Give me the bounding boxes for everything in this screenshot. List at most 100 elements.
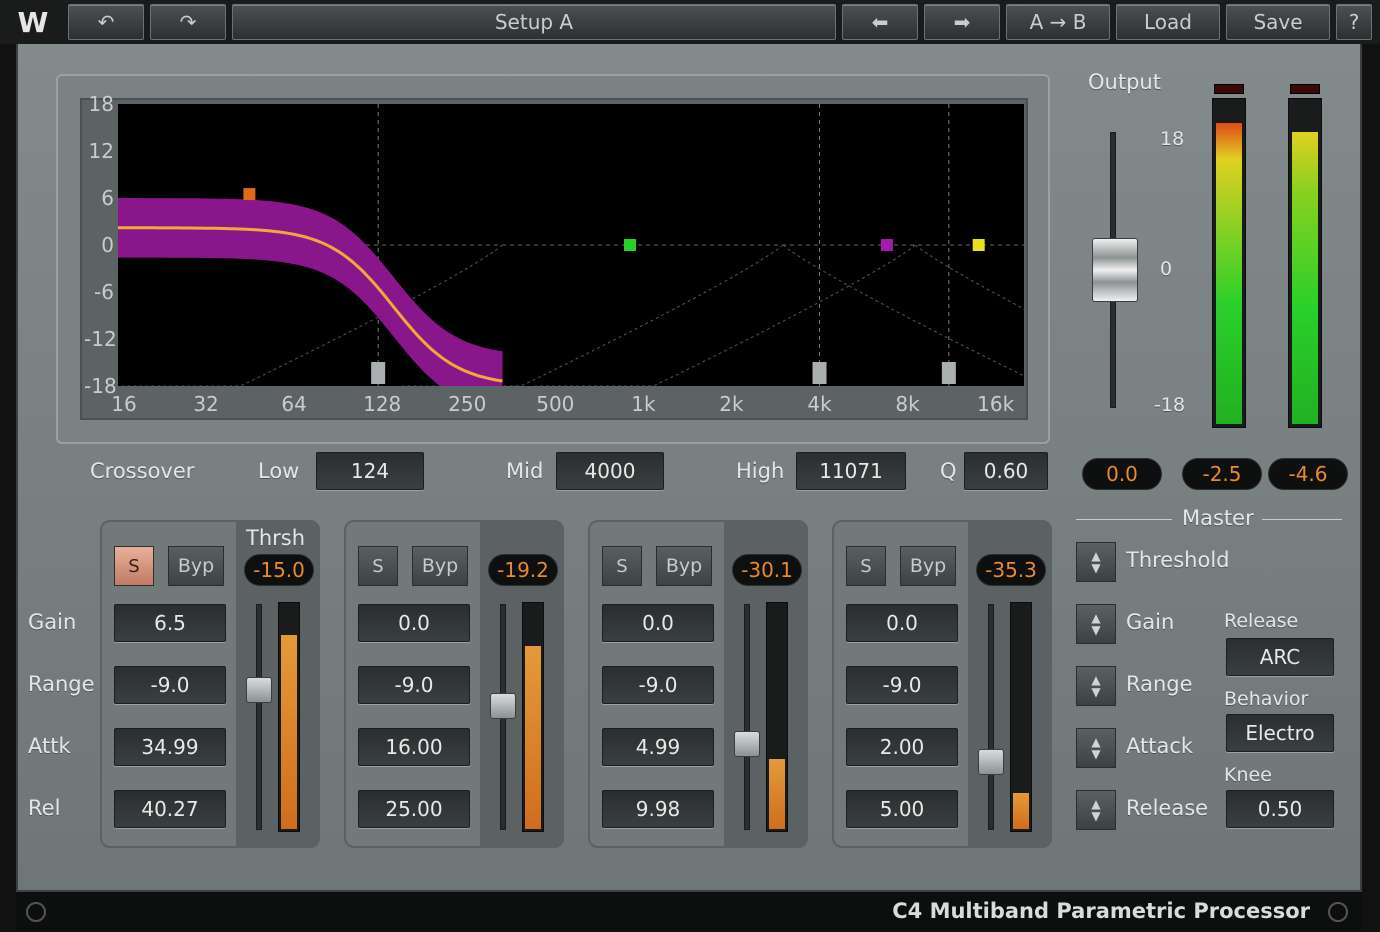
crossover-handle-3[interactable] [941, 362, 956, 384]
master-gain-stepper[interactable]: ▲ ▼ [1076, 604, 1116, 644]
band-1-threshold-knob[interactable] [246, 676, 272, 703]
mid-crossover-field[interactable]: 4000 [556, 452, 664, 490]
output-meter-right-fill [1292, 132, 1318, 424]
band-1-threshold-slider[interactable] [256, 604, 262, 830]
band-3-threshold-slider[interactable] [744, 604, 750, 830]
behavior-select[interactable]: Electro [1226, 714, 1334, 752]
down-arrow-icon: ▼ [1091, 809, 1101, 823]
band-3-solo-button[interactable]: S [602, 546, 642, 586]
band-3-range-field[interactable]: -9.0 [602, 666, 714, 704]
band-3-node[interactable] [880, 239, 893, 251]
threshold-label: Thrsh [246, 526, 306, 550]
band-3-bypass-button[interactable]: Byp [656, 546, 712, 586]
behavior-label: Behavior [1224, 688, 1309, 710]
previous-preset-button[interactable]: ⬅ [842, 4, 918, 40]
band-1-threshold-value[interactable]: -15.0 [244, 554, 314, 586]
band-1-gain-field[interactable]: 6.5 [114, 604, 226, 642]
band-4-attack-field[interactable]: 2.00 [846, 728, 958, 766]
band-2-range-field[interactable]: -9.0 [358, 666, 470, 704]
band-2-threshold-knob[interactable] [490, 692, 516, 719]
x-tick-label: 128 [363, 392, 402, 416]
next-preset-button[interactable]: ➡ [924, 4, 1000, 40]
eq-graph-svg [118, 104, 1024, 386]
band-4-solo-button[interactable]: S [846, 546, 886, 586]
output-peak-left[interactable]: -2.5 [1182, 458, 1262, 490]
output-scale-bottom: -18 [1154, 394, 1186, 416]
plugin-title: C4 Multiband Parametric Processor [892, 899, 1310, 923]
band-2-gain-field[interactable]: 0.0 [358, 604, 470, 642]
band-2-bypass-button[interactable]: Byp [412, 546, 468, 586]
band-4-range-field[interactable]: -9.0 [846, 666, 958, 704]
band-3-gain-field[interactable]: 0.0 [602, 604, 714, 642]
band-2-gain-meter [522, 602, 544, 832]
clip-indicator-right[interactable] [1290, 84, 1320, 94]
band-4-node[interactable] [972, 239, 985, 251]
master-threshold-stepper[interactable]: ▲ ▼ [1076, 542, 1116, 582]
output-meter-right [1288, 98, 1322, 428]
band-4-release-field[interactable]: 5.00 [846, 790, 958, 828]
band-2-node[interactable] [623, 239, 636, 251]
release-mode-select[interactable]: ARC [1226, 638, 1334, 676]
band-1-solo-button[interactable]: S [114, 546, 154, 586]
band-4-threshold-knob[interactable] [978, 749, 1004, 776]
waves-logo[interactable]: W [8, 4, 58, 40]
mid-crossover-label: Mid [506, 459, 544, 483]
master-gain-label: Gain [1126, 610, 1175, 634]
help-button[interactable]: ? [1336, 4, 1372, 40]
master-release-stepper[interactable]: ▲ ▼ [1076, 790, 1116, 830]
down-arrow-icon: ▼ [1091, 561, 1101, 575]
band-3-attack-field[interactable]: 4.99 [602, 728, 714, 766]
band-4-threshold-value[interactable]: -35.3 [976, 554, 1046, 586]
preset-name-field[interactable]: Setup A [232, 4, 836, 40]
band-4-gain-field[interactable]: 0.0 [846, 604, 958, 642]
undo-button[interactable]: ↶ [68, 4, 144, 40]
master-range-stepper[interactable]: ▲ ▼ [1076, 666, 1116, 706]
band-4-threshold-slider[interactable] [988, 604, 994, 830]
eq-graph-display[interactable] [118, 104, 1024, 386]
band-3-threshold-knob[interactable] [734, 731, 760, 758]
band-1-node[interactable] [243, 188, 256, 201]
x-tick-label: 500 [536, 392, 575, 416]
a-to-b-button[interactable]: A → B [1006, 4, 1110, 40]
redo-button[interactable]: ↷ [150, 4, 226, 40]
output-fader-knob[interactable] [1092, 238, 1138, 302]
crossover-handle-1[interactable] [371, 362, 386, 384]
band-4-bypass-button[interactable]: Byp [900, 546, 956, 586]
band-2-attack-field[interactable]: 16.00 [358, 728, 470, 766]
footer-left-icon [26, 902, 46, 922]
master-release-label: Release [1126, 796, 1209, 820]
band-1-bypass-button[interactable]: Byp [168, 546, 224, 586]
crossover-handle-2[interactable] [812, 362, 827, 384]
low-crossover-field[interactable]: 124 [316, 452, 424, 490]
band-2-gain-meter-fill [525, 645, 541, 829]
x-tick-label: 8k [895, 392, 920, 416]
output-gain-value[interactable]: 0.0 [1082, 458, 1162, 490]
band-2-solo-button[interactable]: S [358, 546, 398, 586]
band-4-gain-meter-fill [1013, 792, 1029, 829]
load-button[interactable]: Load [1116, 4, 1220, 40]
clip-indicator-left[interactable] [1214, 84, 1244, 94]
output-meter-left-fill [1216, 122, 1242, 424]
down-arrow-icon: ▼ [1091, 747, 1101, 761]
band-1-range-field[interactable]: -9.0 [114, 666, 226, 704]
band-2-threshold-value[interactable]: -19.2 [488, 554, 558, 586]
attack-row-label: Attk [28, 734, 71, 758]
toolbar: W ↶ ↷ Setup A ⬅ ➡ A → B Load Save ? [0, 0, 1380, 44]
band-3-release-field[interactable]: 9.98 [602, 790, 714, 828]
band-2-release-field[interactable]: 25.00 [358, 790, 470, 828]
release-row-label: Rel [28, 796, 61, 820]
output-peak-right[interactable]: -4.6 [1268, 458, 1348, 490]
band-1-release-field[interactable]: 40.27 [114, 790, 226, 828]
master-attack-stepper[interactable]: ▲ ▼ [1076, 728, 1116, 768]
save-button[interactable]: Save [1226, 4, 1330, 40]
y-tick-label: 18 [88, 92, 114, 116]
band-3-threshold-value[interactable]: -30.1 [732, 554, 802, 586]
high-crossover-field[interactable]: 11071 [796, 452, 906, 490]
down-arrow-icon: ▼ [1091, 623, 1101, 637]
master-range-label: Range [1126, 672, 1193, 696]
band-1-attack-field[interactable]: 34.99 [114, 728, 226, 766]
x-tick-label: 64 [281, 392, 307, 416]
knee-field[interactable]: 0.50 [1226, 790, 1334, 828]
low-crossover-label: Low [258, 459, 300, 483]
q-field[interactable]: 0.60 [964, 452, 1048, 490]
